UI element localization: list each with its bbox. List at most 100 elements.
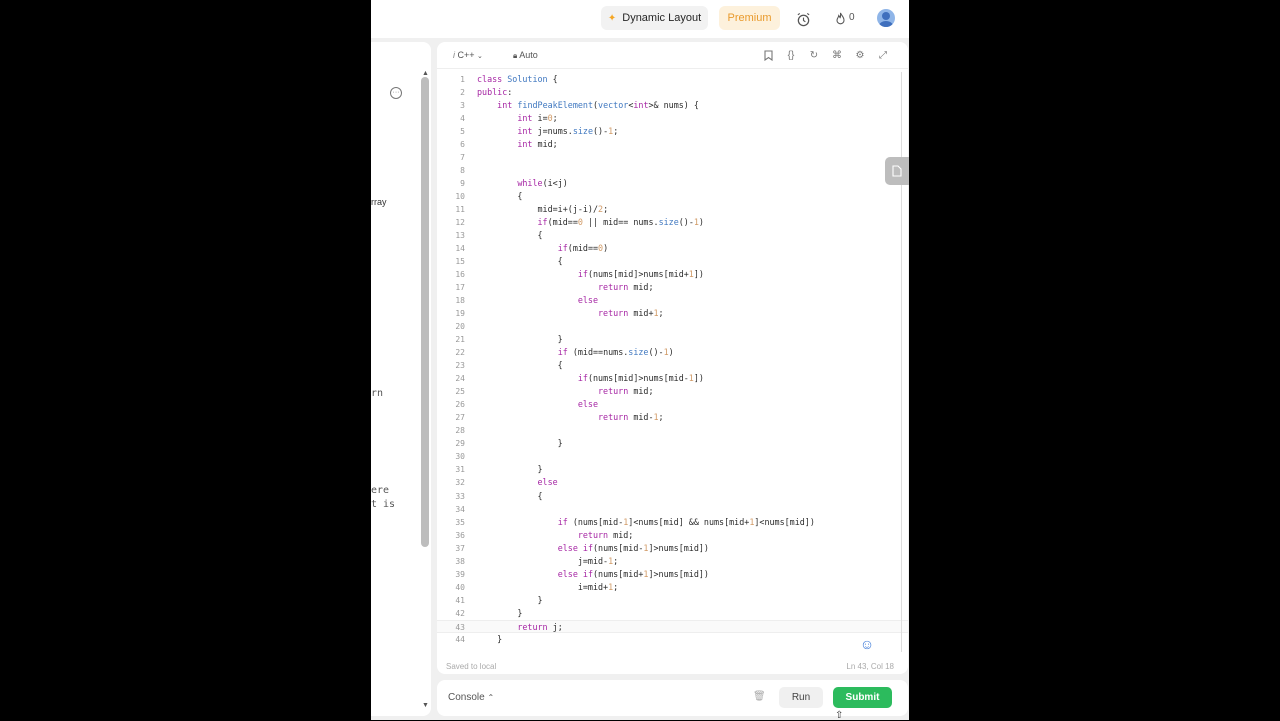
line-number: 1 [460,75,465,84]
code-line[interactable]: 16 if(nums[mid]>nums[mid+1]) [437,268,908,281]
code-text: public: [477,87,513,98]
code-line[interactable]: 8 [437,164,908,177]
code-line[interactable]: 44 } [437,633,908,646]
premium-button[interactable]: Premium [719,6,780,30]
code-line[interactable]: 13 { [437,229,908,242]
sparkle-icon: ✦ [607,12,617,24]
code-line[interactable]: 12 if(mid==0 || mid== nums.size()-1) [437,216,908,229]
line-number: 33 [455,491,465,501]
format-code-icon[interactable]: {} [784,48,798,62]
line-number: 29 [455,439,465,449]
code-line[interactable]: 29 } [437,437,908,450]
submit-button[interactable]: Submit [833,687,892,708]
code-text: } [477,594,543,605]
more-options-icon[interactable]: ··· [390,87,402,99]
language-selector[interactable]: i C++ ⌄ [453,50,483,60]
code-line[interactable]: 30 [437,450,908,463]
run-button[interactable]: Run [779,687,823,708]
line-number: 7 [460,153,465,163]
code-text: if (nums[mid-1]<nums[mid] && nums[mid+1]… [557,516,815,527]
code-line[interactable]: 27 return mid-1; [437,411,908,424]
trash-icon[interactable]: 🗑︎ [753,691,766,702]
code-line[interactable]: 7 [437,151,908,164]
code-line[interactable]: 38 j=mid-1; [437,555,908,568]
scroll-down-arrow-icon[interactable]: ▼ [422,702,429,709]
code-line[interactable]: 17 return mid; [437,281,908,294]
settings-gear-icon[interactable]: ⚙ [853,48,867,62]
code-text: int mid; [517,139,558,150]
code-line[interactable]: 10 { [437,190,908,203]
top-navbar: ✦ Dynamic Layout Premium 0 [371,0,909,38]
editor-toolbar: i C++ ⌄ 🔒︎ Auto {} ↻ ⌘ ⚙ ⤢ [437,42,908,69]
line-number: 35 [455,517,465,527]
dynamic-layout-button[interactable]: ✦ Dynamic Layout [601,6,708,30]
code-line[interactable]: 9 while(i<j) [437,177,908,190]
alarm-clock-icon[interactable] [794,10,812,28]
code-text: { [477,360,563,371]
code-text: if (mid==nums.size()-1) [557,347,674,358]
code-line[interactable]: 22 if (mid==nums.size()-1) [437,346,908,359]
code-line[interactable]: 19 return mid+1; [437,307,908,320]
code-line[interactable]: 37 else if(nums[mid-1]>nums[mid]) [437,542,908,555]
code-text: if(nums[mid]>nums[mid+1]) [577,269,704,280]
code-line[interactable]: 2 public: [437,86,908,99]
line-number: 23 [455,361,465,371]
code-line[interactable]: 5 int j=nums.size()-1; [437,125,908,138]
chat-assistant-icon[interactable]: ☺ [857,634,877,654]
expand-icon[interactable]: ⤢ [876,48,890,62]
code-line[interactable]: 15 { [437,255,908,268]
code-text: return mid; [598,386,654,397]
code-line[interactable]: 4 int i=0; [437,112,908,125]
code-line[interactable]: 6 int mid; [437,138,908,151]
code-line[interactable]: 26 else [437,398,908,411]
code-line[interactable]: 42 } [437,607,908,620]
code-line[interactable]: 18 else [437,294,908,307]
user-avatar[interactable] [877,9,895,27]
code-line[interactable]: 25 return mid; [437,385,908,398]
line-number: 30 [455,452,465,462]
code-editor-panel: i C++ ⌄ 🔒︎ Auto {} ↻ ⌘ ⚙ ⤢ 1 class Soluti… [437,42,908,674]
line-number: 38 [455,556,465,566]
line-number: 13 [455,231,465,241]
code-text: } [477,334,563,345]
code-line[interactable]: 32 else [437,476,908,489]
code-line[interactable]: 39 else if(nums[mid+1]>nums[mid]) [437,568,908,581]
code-line[interactable]: 40 i=mid+1; [437,581,908,594]
code-line[interactable]: 21 } [437,333,908,346]
code-line[interactable]: 41 } [437,594,908,607]
code-line[interactable]: 23 { [437,359,908,372]
reset-code-icon[interactable]: ↻ [807,48,821,62]
code-line[interactable]: 24 if(nums[mid]>nums[mid-1]) [437,372,908,385]
code-text: } [477,633,503,644]
bookmark-icon[interactable] [761,48,775,62]
description-scrollbar[interactable] [421,77,429,547]
code-line[interactable]: 20 [437,320,908,333]
code-line[interactable]: 33 { [437,490,908,503]
mouse-pointer-icon: ⇧ [835,710,844,721]
code-text: } [477,438,563,449]
code-line[interactable]: 34 [437,503,908,516]
code-line[interactable]: 43 return j; [437,619,908,633]
line-number: 44 [455,634,465,644]
code-line[interactable]: 36 return mid; [437,529,908,542]
line-number: 27 [455,413,465,423]
console-toggle[interactable]: Console ⌃ [448,692,494,703]
code-text: mid=i+(j-i)/2; [477,204,609,215]
code-line[interactable]: 31 } [437,463,908,476]
fire-streak-icon[interactable] [831,10,849,28]
code-line[interactable]: 1 class Solution { [437,73,908,86]
code-text: int j=nums.size()-1; [517,126,619,137]
code-line[interactable]: 3 int findPeakElement(vector<int>& nums)… [437,99,908,112]
code-text: if(mid==0) [557,243,609,254]
shortcuts-icon[interactable]: ⌘ [830,48,844,62]
code-text: int findPeakElement(vector<int>& nums) { [497,100,699,111]
code-area[interactable]: 1 class Solution {2 public: 3 int findPeakE… [437,73,908,646]
code-line[interactable]: 14 if(mid==0) [437,242,908,255]
auto-mode-toggle[interactable]: 🔒︎ Auto [513,50,538,61]
code-line[interactable]: 11 mid=i+(j-i)/2; [437,203,908,216]
scroll-up-arrow-icon[interactable]: ▲ [422,70,429,77]
line-number: 21 [455,335,465,345]
code-line[interactable]: 28 [437,424,908,437]
code-line[interactable]: 35 if (nums[mid-1]<nums[mid] && nums[mid… [437,516,908,529]
notes-side-tab[interactable] [885,157,909,185]
